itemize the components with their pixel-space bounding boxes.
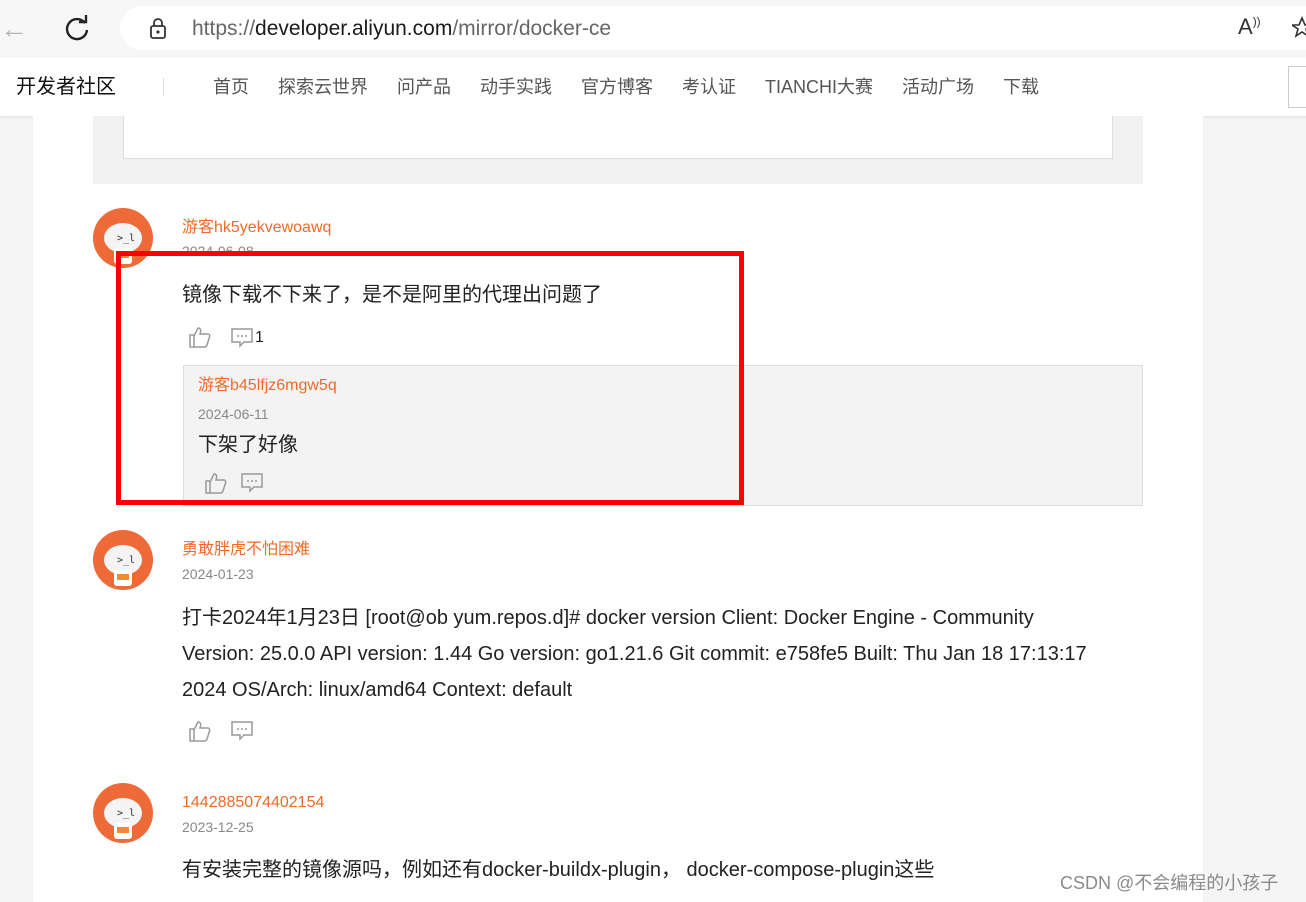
- comment-text: 有安装完整的镜像源吗，例如还有docker-buildx-plugin， doc…: [182, 859, 935, 881]
- browser-toolbar: ← https://developer.aliyun.com/mirror/do…: [0, 0, 1306, 58]
- comment-text-line: 2024 OS/Arch: linux/amd64 Context: defau…: [182, 679, 573, 701]
- nav-item-certification[interactable]: 考认证: [682, 75, 736, 99]
- comment-text-line: Version: 25.0.0 API version: 1.44 Go ver…: [182, 643, 1087, 665]
- svg-text:>_l: >_l: [117, 808, 135, 819]
- header-search-box[interactable]: [1288, 66, 1306, 108]
- nav-item-products[interactable]: 问产品: [397, 75, 451, 99]
- site-brand[interactable]: 开发者社区: [16, 74, 116, 100]
- url-host: developer.aliyun.com: [255, 17, 453, 40]
- back-arrow-icon[interactable]: ←: [0, 14, 28, 44]
- address-url[interactable]: https://developer.aliyun.com/mirror/dock…: [192, 16, 611, 42]
- thumbs-up-icon[interactable]: [188, 720, 212, 742]
- comment-date: 2024-01-23: [182, 566, 254, 582]
- header-divider: [163, 78, 164, 96]
- comment-bubble-icon[interactable]: [230, 720, 254, 742]
- comment-date: 2023-12-25: [182, 819, 254, 835]
- nav-item-tianchi[interactable]: TIANCHI大赛: [765, 75, 873, 99]
- svg-text:>_l: >_l: [117, 233, 135, 244]
- csdn-watermark: CSDN @不会编程的小孩子: [1060, 873, 1279, 893]
- comment-author[interactable]: 1442885074402154: [182, 793, 324, 813]
- reload-icon[interactable]: [60, 12, 94, 46]
- highlight-annotation-box: [116, 251, 744, 505]
- site-header: 开发者社区 首页 探索云世界 问产品 动手实践 官方博客 考认证 TIANCHI…: [0, 58, 1306, 117]
- nav-item-labs[interactable]: 动手实践: [480, 75, 552, 99]
- url-path: /mirror/docker-ce: [452, 17, 612, 40]
- url-scheme: https://: [192, 17, 256, 40]
- favorite-star-icon[interactable]: [1289, 15, 1306, 38]
- svg-text:>_l: >_l: [117, 555, 135, 566]
- comment-input[interactable]: [123, 116, 1113, 159]
- nav-item-explore[interactable]: 探索云世界: [278, 75, 368, 99]
- nav-item-home[interactable]: 首页: [213, 75, 249, 99]
- main-nav: 首页 探索云世界 问产品 动手实践 官方博客 考认证 TIANCHI大赛 活动广…: [213, 75, 1068, 99]
- read-aloud-icon[interactable]: A)): [1238, 14, 1261, 40]
- nav-item-events[interactable]: 活动广场: [902, 75, 974, 99]
- lock-icon[interactable]: [148, 16, 168, 40]
- nav-item-blog[interactable]: 官方博客: [581, 75, 653, 99]
- comment-author[interactable]: 勇敢胖虎不怕困难: [182, 540, 310, 560]
- comment-text-line: 打卡2024年1月23日 [root@ob yum.repos.d]# dock…: [182, 607, 1034, 629]
- comment-author[interactable]: 游客hk5yekvewoawq: [182, 218, 331, 238]
- avatar[interactable]: >_l: [93, 783, 153, 843]
- nav-item-download[interactable]: 下载: [1003, 75, 1039, 99]
- avatar[interactable]: >_l: [93, 530, 153, 590]
